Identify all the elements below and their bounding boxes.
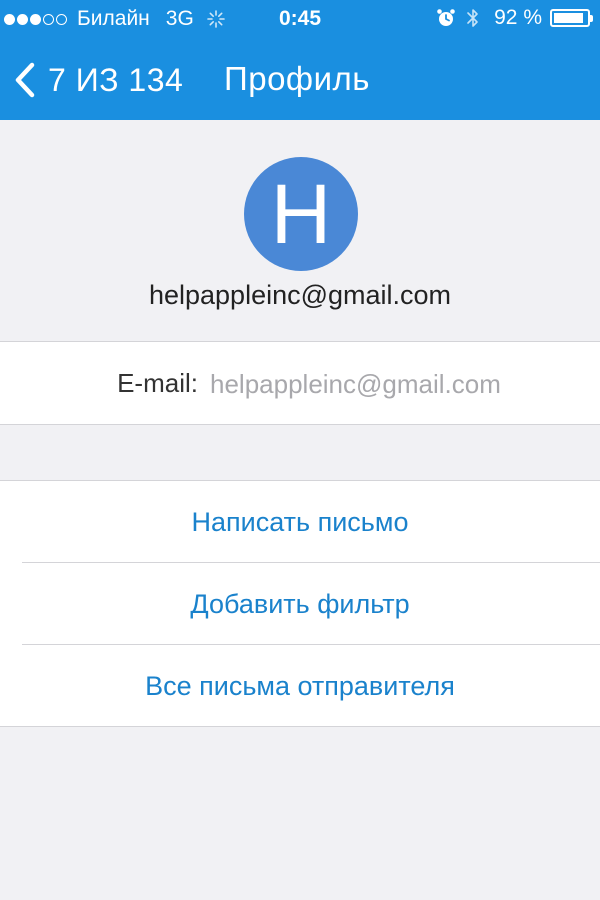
battery-icon <box>550 9 593 27</box>
email-detail-row[interactable]: E-mail: helpappleinc@gmail.com <box>0 341 600 425</box>
battery-percent: 92 % <box>494 6 542 29</box>
top-bar: Билайн 3G 0:45 92 % 7 ИЗ 134 Профиль <box>0 0 600 120</box>
chevron-left-icon <box>15 62 35 98</box>
compose-email-button[interactable]: Написать письмо <box>0 481 600 563</box>
alarm-icon <box>437 9 455 26</box>
status-right: 92 % <box>436 6 593 30</box>
bluetooth-icon <box>467 9 478 27</box>
battery-level <box>554 13 583 23</box>
all-sender-emails-button[interactable]: Все письма отправителя <box>0 645 600 727</box>
avatar: H <box>244 157 358 271</box>
page-title: Профиль <box>224 60 370 97</box>
back-button-label: 7 ИЗ 134 <box>48 61 184 98</box>
battery-tip <box>590 15 593 22</box>
profile-screen: Билайн 3G 0:45 92 % 7 ИЗ 134 Профиль H h… <box>0 0 600 900</box>
profile-email: helpappleinc@gmail.com <box>148 280 452 310</box>
email-label: E-mail: <box>117 368 198 398</box>
email-value[interactable]: helpappleinc@gmail.com <box>210 369 501 400</box>
add-filter-button[interactable]: Добавить фильтр <box>0 563 600 645</box>
actions-group: Написать письмо Добавить фильтр Все пись… <box>0 480 600 727</box>
back-button[interactable]: 7 ИЗ 134 <box>14 58 183 102</box>
navigation-bar: 7 ИЗ 134 Профиль <box>0 40 600 120</box>
status-bar: Билайн 3G 0:45 92 % <box>0 0 600 38</box>
